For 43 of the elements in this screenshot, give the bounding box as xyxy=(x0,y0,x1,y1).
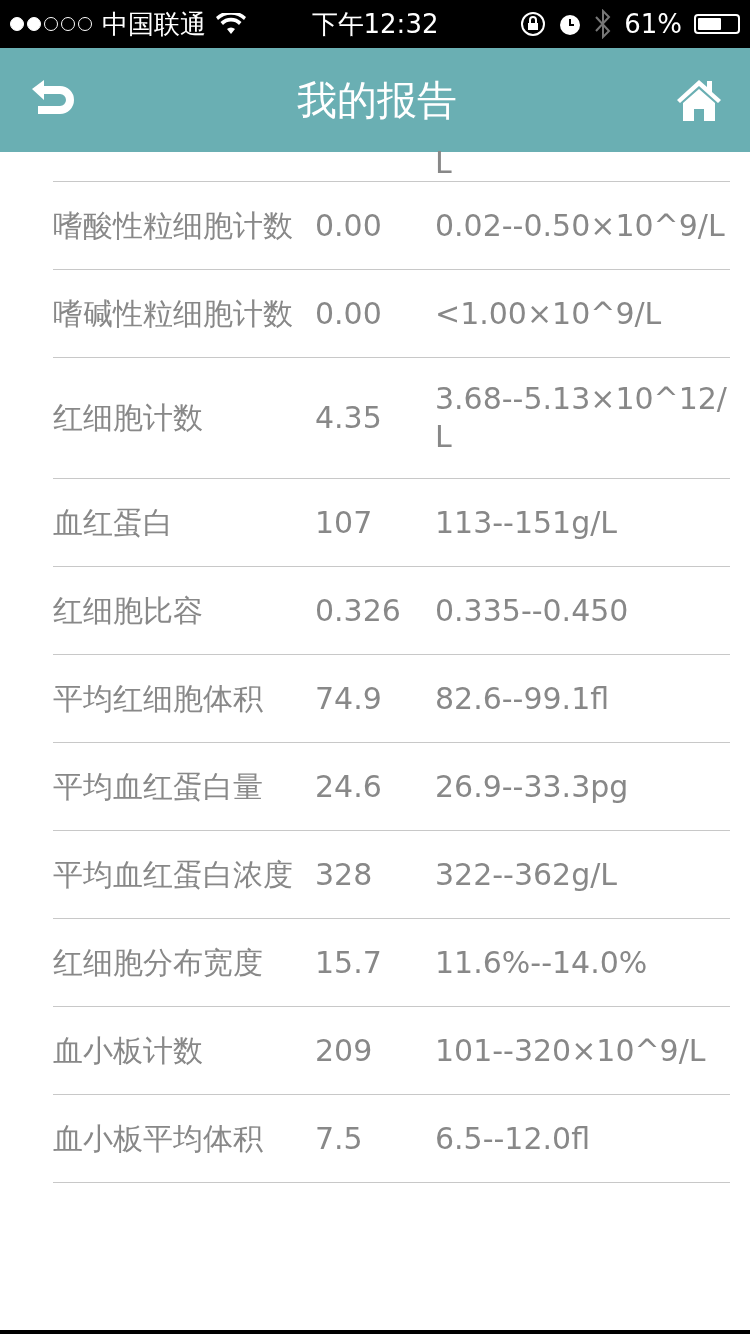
test-value: 0.00 xyxy=(315,206,383,245)
bluetooth-icon xyxy=(594,9,613,39)
test-value: 209 xyxy=(315,1031,374,1070)
test-value: 0.00 xyxy=(315,294,383,333)
test-name: 血小板平均体积 xyxy=(53,1119,264,1158)
reference-range: 0.02--0.50×10^9/L xyxy=(435,206,726,245)
test-name: 嗜酸性粒细胞计数 xyxy=(53,206,294,245)
reference-range: L xyxy=(435,150,452,175)
test-name: 嗜碱性粒细胞计数 xyxy=(53,294,294,333)
reference-range: 6.5--12.0fl xyxy=(435,1119,592,1158)
test-value: 328 xyxy=(315,855,374,894)
test-name: 血小板计数 xyxy=(53,1031,204,1070)
reference-range: 11.6%--14.0% xyxy=(435,943,649,982)
carrier: 中国联通 xyxy=(102,7,206,41)
alarm-icon xyxy=(558,12,583,36)
clock: 下午12:32 xyxy=(311,7,439,41)
reference-range: 0.335--0.450 xyxy=(435,591,630,630)
test-name: 平均血红蛋白量 xyxy=(53,767,264,806)
test-name: 红细胞分布宽度 xyxy=(53,943,264,982)
test-name: 平均红细胞体积 xyxy=(53,679,264,718)
test-name: 红细胞比容 xyxy=(53,591,204,630)
reference-range: <1.00×10^9/L xyxy=(435,294,663,333)
home-icon[interactable] xyxy=(676,78,722,122)
reference-range: 82.6--99.1fl xyxy=(435,679,611,718)
test-value: 7.5 xyxy=(315,1119,364,1158)
page-title: 我的报告 xyxy=(297,75,457,125)
test-value: 15.7 xyxy=(315,943,383,982)
reference-range: 3.68--5.13×10^12/L xyxy=(435,380,728,456)
rotation-lock-icon xyxy=(520,11,547,37)
test-value: 0.326 xyxy=(315,591,402,630)
test-value: 24.6 xyxy=(315,767,383,806)
reference-range: 322--362g/L xyxy=(435,855,619,894)
reference-range: 101--320×10^9/L xyxy=(435,1031,707,1070)
test-name: 平均血红蛋白浓度 xyxy=(53,855,294,894)
battery-percent: 61% xyxy=(624,9,682,39)
reference-range: 26.9--33.3pg xyxy=(435,767,630,806)
test-name: 血红蛋白 xyxy=(53,503,174,542)
test-value: 4.35 xyxy=(315,399,383,437)
wifi-icon xyxy=(216,13,246,35)
test-value: 74.9 xyxy=(315,679,383,718)
test-name: 红细胞计数 xyxy=(53,399,204,437)
test-value: 107 xyxy=(315,503,374,542)
reference-range: 113--151g/L xyxy=(435,503,619,542)
